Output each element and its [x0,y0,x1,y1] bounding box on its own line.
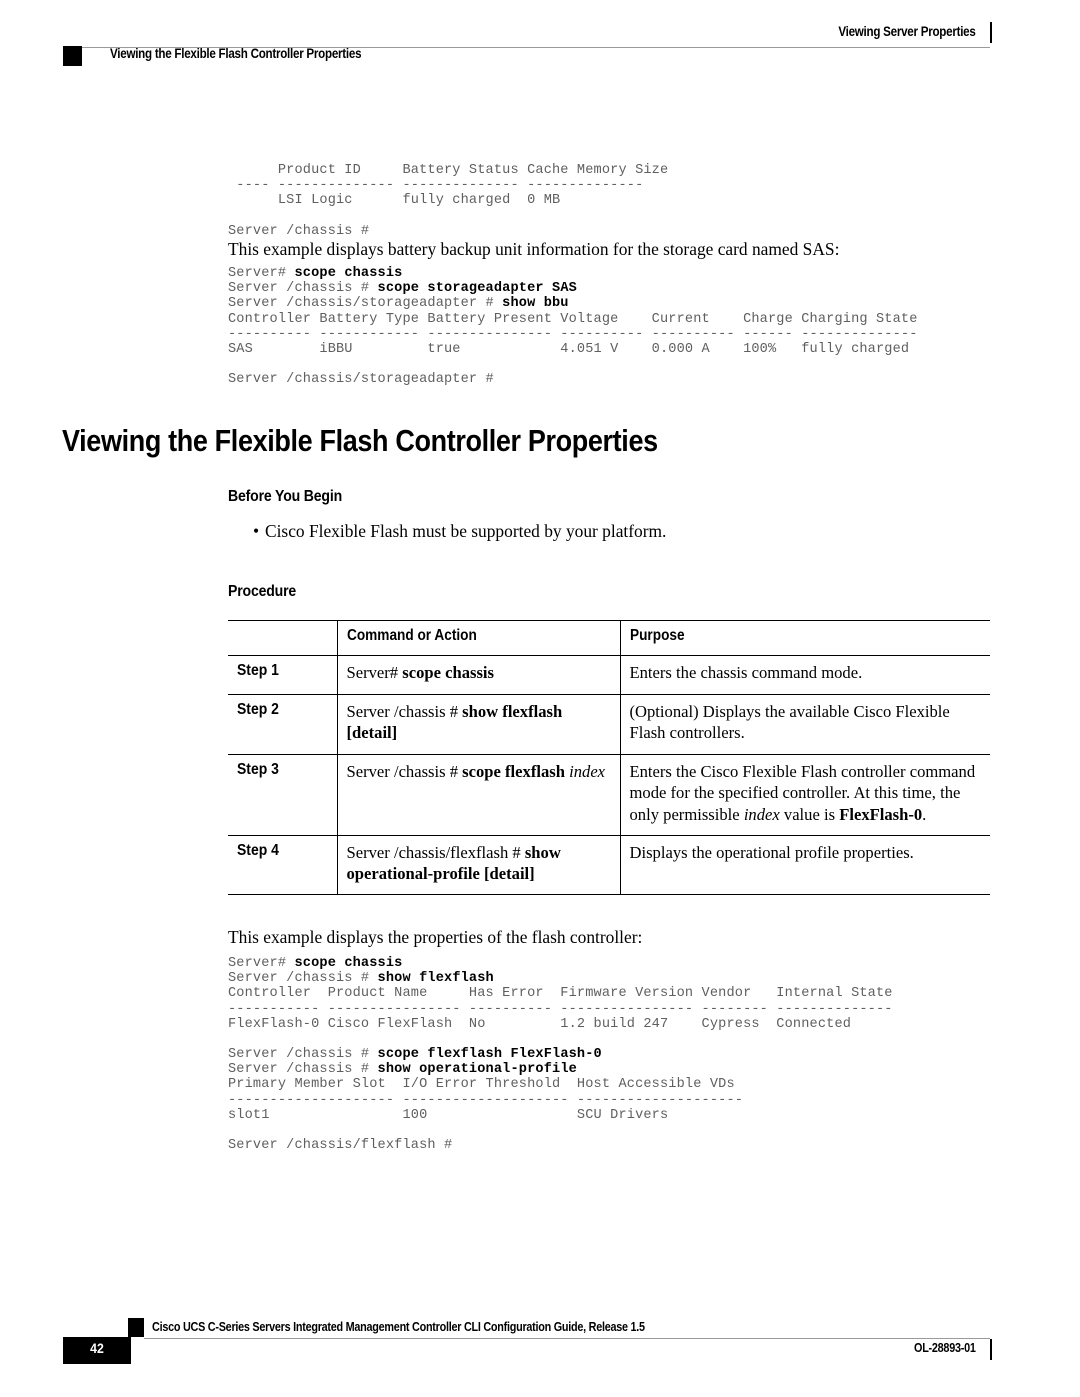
purpose-variable: index [743,804,780,824]
heading-procedure: Procedure [228,583,297,600]
list-item-label: Cisco Flexible Flash must be supported b… [265,521,667,541]
code-output: Controller Battery Type Battery Present … [228,311,918,388]
step-cell: Step 4 [237,842,279,859]
code-command: scope storageadapter SAS [377,281,577,297]
purpose-cell: Displays the operational profile propert… [629,843,914,862]
footer-guide-title: Cisco UCS C-Series Servers Integrated Ma… [152,1320,645,1334]
header-square-marker [63,46,82,66]
purpose-text-end: . [922,804,927,824]
table-header-row: Command or Action Purpose [228,620,990,656]
page-title: Viewing the Flexible Flash Controller Pr… [62,423,658,458]
page-number: 42 [90,1340,104,1356]
command-cell: Server /chassis/flexflash # show operati… [336,835,621,895]
step-cell: Step 3 [237,760,279,778]
table-row: Step 3 Server /chassis # scope flexflash… [228,754,990,836]
command-cell: Server /chassis # show flexflash [detail… [336,694,621,754]
column-header-step [228,621,337,656]
header-section-label: Viewing the Flexible Flash Controller Pr… [110,46,362,61]
step-cell: Step 1 [237,662,279,679]
document-id: OL-28893-01 [914,1341,976,1355]
table-row: Step 2 Server /chassis # show flexflash … [228,694,990,754]
paragraph-bbu-example: This example displays battery backup uni… [228,239,840,259]
code-block-operational-profile: Server /chassis # scope flexflash FlexFl… [228,1047,743,1153]
column-header-command: Command or Action [336,620,621,656]
code-command: scope flexflash FlexFlash-0 [377,1047,602,1062]
paragraph-flash-example: This example displays the properties of … [228,927,643,947]
purpose-cell: Enters the Cisco Flexible Flash controll… [620,754,990,836]
code-prompt: Server /chassis # [228,281,378,297]
command-prompt: Server /chassis/flexflash # [346,843,525,862]
command-keyword: scope chassis [402,663,495,682]
code-prompt: Server# [228,266,295,281]
code-prompt: Server# [228,956,295,971]
code-block-bbu-commands: Server# scope chassis Server /chassis # … [228,266,918,388]
running-head: Viewing Server Properties [838,24,976,39]
procedure-table: Command or Action Purpose Step 1 Server#… [228,620,990,895]
code-output: Controller Product Name Has Error Firmwa… [228,986,893,1032]
table-row: Step 1 Server# scope chassis Enters the … [228,655,990,694]
page-header: Viewing Server Properties Viewing the Fl… [0,0,1080,80]
command-cell: Server# scope chassis [336,655,621,694]
purpose-value: FlexFlash-0 [839,804,923,824]
code-command: show operational-profile [377,1062,577,1078]
footer-square-marker [128,1318,144,1337]
code-block-bbu-summary: Product ID Battery Status Cache Memory S… [228,163,669,239]
code-command: show bbu [502,296,569,312]
footer-edge-tick [990,1339,992,1360]
heading-before-you-begin: Before You Begin [228,488,343,505]
command-keyword: scope flexflash [462,761,570,781]
bullet-dot-icon: • [253,521,260,541]
list-item: • Cisco Flexible Flash must be supported … [253,521,666,542]
code-command: scope chassis [294,266,403,281]
purpose-text-mid: value is [779,804,840,824]
command-cell: Server /chassis # scope flexflash index [336,754,621,836]
code-output: Primary Member Slot I/O Error Threshold … [228,1077,744,1154]
code-prompt: Server /chassis # [228,1047,378,1062]
code-prompt: Server /chassis # [228,971,378,987]
column-header-purpose: Purpose [629,627,685,644]
code-prompt: Server /chassis # [228,1062,378,1078]
page-footer: Cisco UCS C-Series Servers Integrated Ma… [0,1318,1080,1390]
purpose-cell: Enters the chassis command mode. [629,663,863,682]
footer-rule [144,1338,990,1339]
command-variable: index [569,761,606,781]
purpose-cell: (Optional) Displays the available Cisco … [629,701,950,743]
code-prompt: Server /chassis/storageadapter # [228,296,503,312]
command-prompt: Server /chassis # [346,761,463,781]
command-prompt: Server /chassis # [346,701,463,721]
header-edge-tick [990,22,992,43]
code-block-flexflash-show: Server# scope chassis Server /chassis # … [228,956,893,1032]
code-command: show flexflash [377,971,494,987]
command-prompt: Server# [346,663,403,682]
step-cell: Step 2 [237,700,279,718]
code-command: scope chassis [294,956,403,971]
table-row: Step 4 Server /chassis/flexflash # show … [228,835,990,895]
